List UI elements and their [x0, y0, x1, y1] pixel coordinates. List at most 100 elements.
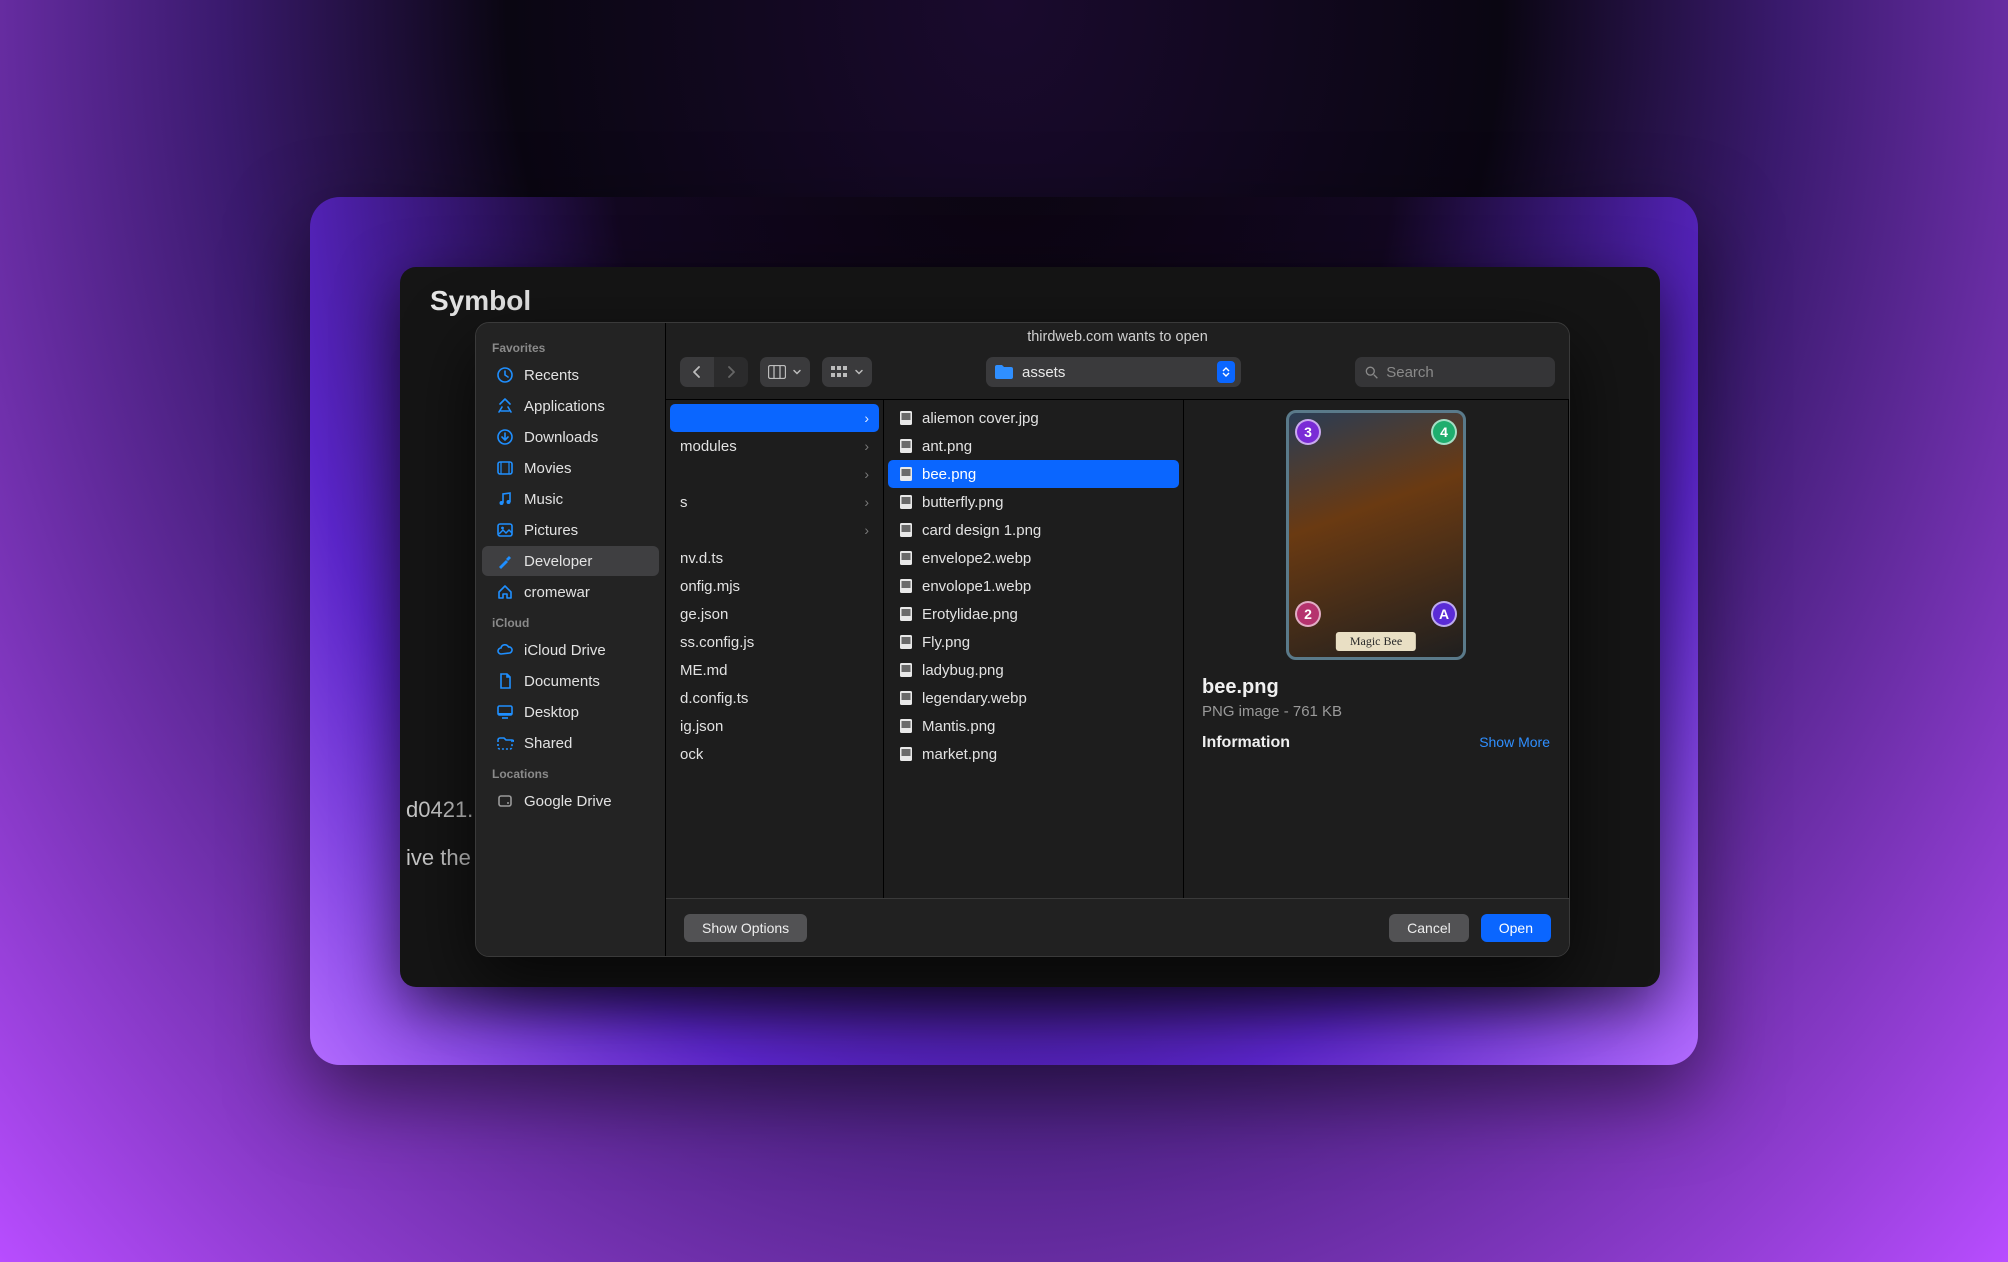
search-field[interactable]	[1355, 357, 1555, 387]
list-item-label: ss.config.js	[680, 634, 754, 651]
file-icon	[898, 410, 914, 426]
file-row[interactable]: Fly.png	[888, 628, 1179, 656]
file-label: aliemon cover.jpg	[922, 410, 1039, 427]
open-button[interactable]: Open	[1481, 914, 1551, 942]
chevron-right-icon: ›	[864, 410, 869, 426]
list-item[interactable]: ig.json	[670, 712, 879, 740]
file-label: Erotylidae.png	[922, 606, 1018, 623]
folder-icon	[994, 364, 1014, 380]
sidebar-heading: iCloud	[476, 608, 665, 634]
sidebar-item-pictures[interactable]: Pictures	[482, 515, 659, 545]
toolbar: assets	[666, 347, 1569, 399]
sidebar-item-downloads[interactable]: Downloads	[482, 422, 659, 452]
bg-text-fragment: d0421.	[406, 797, 473, 823]
file-row[interactable]: butterfly.png	[888, 488, 1179, 516]
show-more-link[interactable]: Show More	[1479, 734, 1550, 750]
sidebar-item-developer[interactable]: Developer	[482, 546, 659, 576]
sidebar-item-movies[interactable]: Movies	[482, 453, 659, 483]
list-item[interactable]: s›	[670, 488, 879, 516]
download-icon	[496, 428, 514, 446]
desktop-icon	[496, 703, 514, 721]
movie-icon	[496, 459, 514, 477]
file-row[interactable]: Mantis.png	[888, 712, 1179, 740]
chevron-right-icon: ›	[864, 466, 869, 482]
file-label: envolope1.webp	[922, 578, 1031, 595]
sidebar-item-recents[interactable]: Recents	[482, 360, 659, 390]
list-item-label: onfig.mjs	[680, 578, 740, 595]
dialog-title: thirdweb.com wants to open	[666, 323, 1569, 347]
file-label: Fly.png	[922, 634, 970, 651]
file-row[interactable]: Erotylidae.png	[888, 600, 1179, 628]
sidebar-item-music[interactable]: Music	[482, 484, 659, 514]
appstore-icon	[496, 397, 514, 415]
file-row[interactable]: envelope2.webp	[888, 544, 1179, 572]
column-1[interactable]: ›modules››s››nv.d.tsonfig.mjsge.jsonss.c…	[666, 400, 884, 898]
forward-button[interactable]	[714, 357, 748, 387]
sidebar-item-google-drive[interactable]: Google Drive	[482, 786, 659, 816]
column-2[interactable]: aliemon cover.jpg ant.png bee.png butterfly…	[884, 400, 1184, 898]
show-options-button[interactable]: Show Options	[684, 914, 807, 942]
chevron-right-icon: ›	[864, 494, 869, 510]
chevron-right-icon: ›	[864, 522, 869, 538]
sidebar-item-cromewar[interactable]: cromewar	[482, 577, 659, 607]
list-item-label: ock	[680, 746, 703, 763]
file-label: card design 1.png	[922, 522, 1041, 539]
list-item[interactable]: ME.md	[670, 656, 879, 684]
list-item[interactable]: nv.d.ts	[670, 544, 879, 572]
file-row[interactable]: bee.png	[888, 460, 1179, 488]
back-button[interactable]	[680, 357, 714, 387]
file-label: envelope2.webp	[922, 550, 1031, 567]
sidebar-item-shared[interactable]: Shared	[482, 728, 659, 758]
dialog-footer: Show Options Cancel Open	[666, 898, 1569, 956]
file-icon	[898, 578, 914, 594]
sidebar-item-documents[interactable]: Documents	[482, 666, 659, 696]
clock-icon	[496, 366, 514, 384]
cancel-button[interactable]: Cancel	[1389, 914, 1469, 942]
file-row[interactable]: card design 1.png	[888, 516, 1179, 544]
chevron-down-icon	[854, 367, 864, 377]
list-item[interactable]: ss.config.js	[670, 628, 879, 656]
location-popup[interactable]: assets	[986, 357, 1241, 387]
sidebar-item-applications[interactable]: Applications	[482, 391, 659, 421]
file-row[interactable]: market.png	[888, 740, 1179, 768]
open-file-dialog: FavoritesRecentsApplicationsDownloadsMov…	[475, 322, 1570, 957]
home-icon	[496, 583, 514, 601]
list-item[interactable]: ock	[670, 740, 879, 768]
file-icon	[898, 662, 914, 678]
file-icon	[898, 494, 914, 510]
nav-buttons	[680, 357, 748, 387]
list-item[interactable]: ›	[670, 404, 879, 432]
file-label: ladybug.png	[922, 662, 1004, 679]
list-item[interactable]: ›	[670, 460, 879, 488]
view-columns-button[interactable]	[760, 357, 810, 387]
dialog-main: thirdweb.com wants to open	[666, 323, 1569, 956]
sidebar-heading: Locations	[476, 759, 665, 785]
card-badge-br: A	[1431, 601, 1457, 627]
file-label: market.png	[922, 746, 997, 763]
card-badge-tr: 4	[1431, 419, 1457, 445]
list-item[interactable]: d.config.ts	[670, 684, 879, 712]
list-item[interactable]: onfig.mjs	[670, 572, 879, 600]
file-row[interactable]: envolope1.webp	[888, 572, 1179, 600]
sidebar-item-icloud-drive[interactable]: iCloud Drive	[482, 635, 659, 665]
list-item[interactable]: ›	[670, 516, 879, 544]
location-label: assets	[1022, 364, 1065, 381]
file-icon	[898, 438, 914, 454]
preview-thumbnail: 3 4 2 A Magic Bee	[1286, 410, 1466, 660]
file-row[interactable]: aliemon cover.jpg	[888, 404, 1179, 432]
sidebar-item-desktop[interactable]: Desktop	[482, 697, 659, 727]
file-row[interactable]: legendary.webp	[888, 684, 1179, 712]
file-row[interactable]: ant.png	[888, 432, 1179, 460]
file-row[interactable]: ladybug.png	[888, 656, 1179, 684]
file-icon	[898, 718, 914, 734]
list-item[interactable]: modules›	[670, 432, 879, 460]
sidebar-item-label: Google Drive	[524, 793, 612, 810]
list-item-label: ge.json	[680, 606, 728, 623]
group-button[interactable]	[822, 357, 872, 387]
updown-icon	[1217, 361, 1235, 383]
sidebar-item-label: iCloud Drive	[524, 642, 606, 659]
file-icon	[898, 606, 914, 622]
file-label: bee.png	[922, 466, 976, 483]
list-item[interactable]: ge.json	[670, 600, 879, 628]
search-input[interactable]	[1386, 364, 1545, 381]
